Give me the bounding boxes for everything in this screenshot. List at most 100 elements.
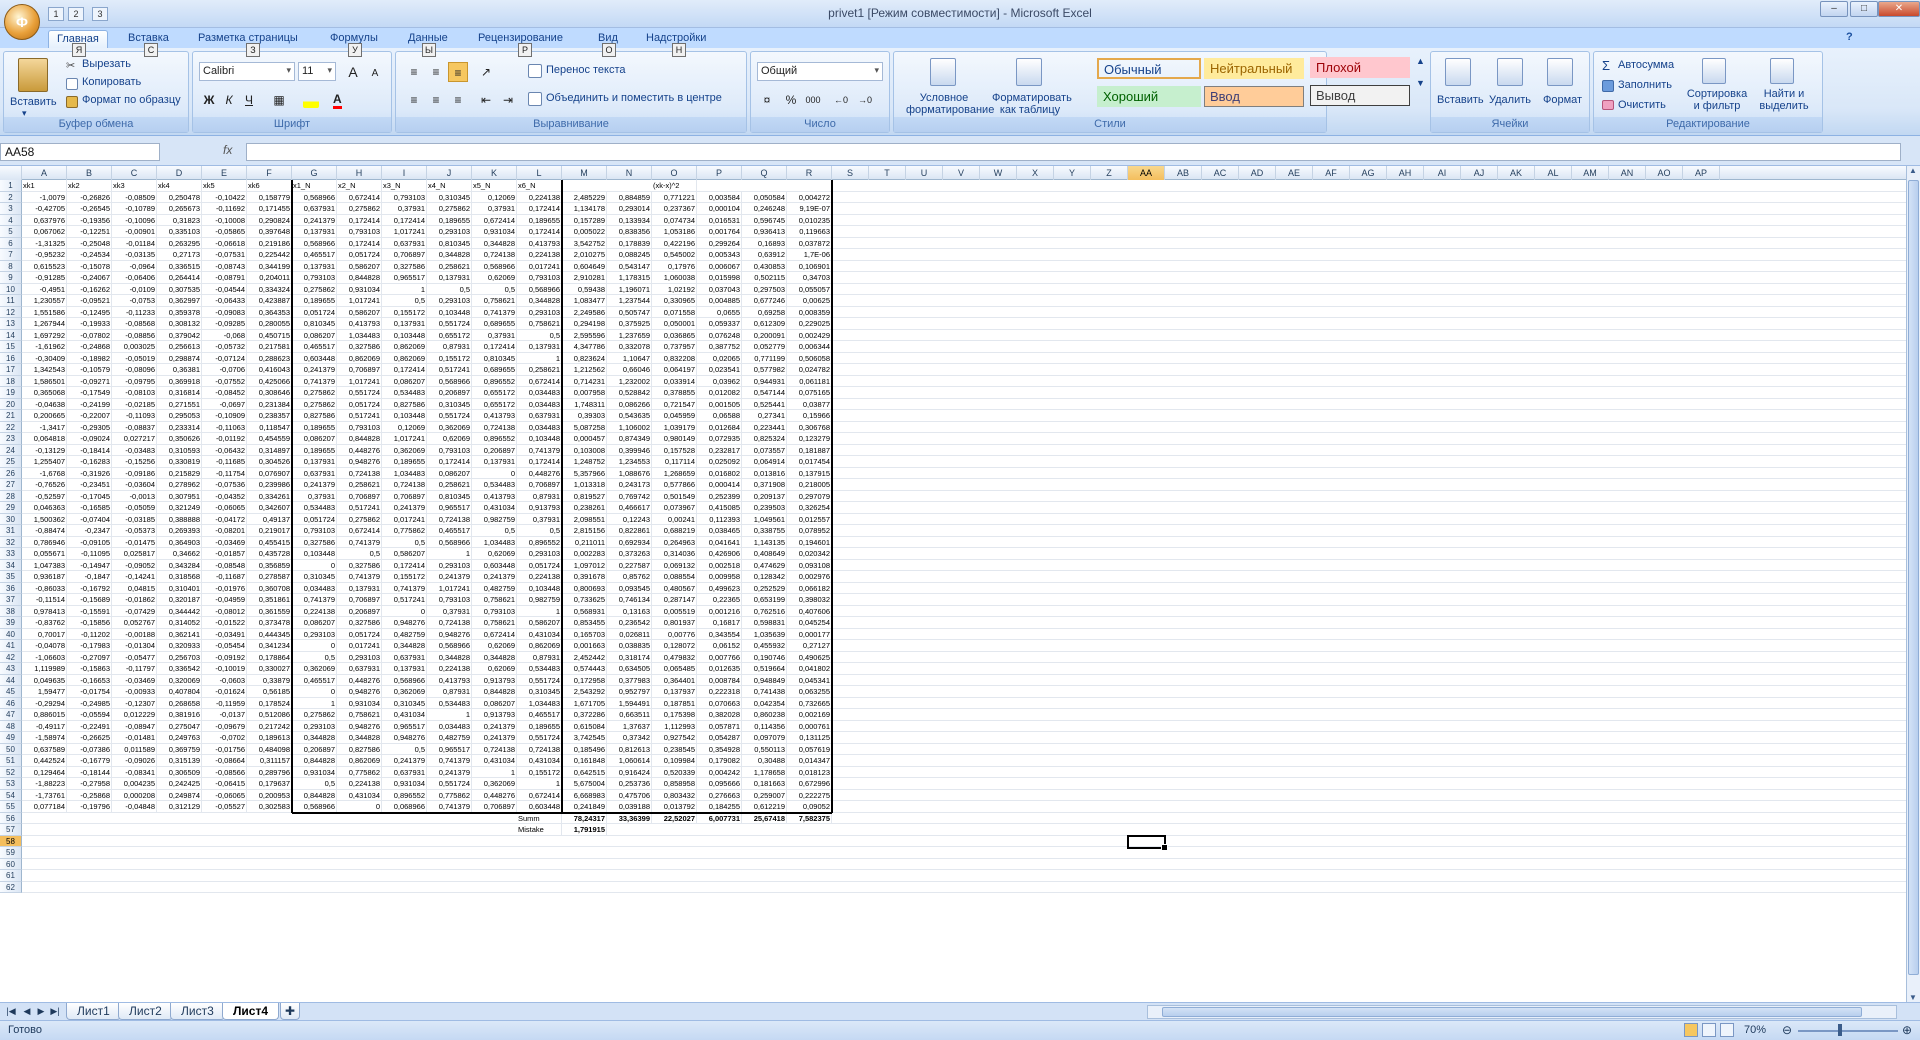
cell[interactable]: -0,08103 [112,387,157,398]
cell[interactable]: 0,359378 [157,306,202,318]
column-header[interactable]: F [247,166,292,180]
cell[interactable]: -0,07124 [202,352,247,364]
cell[interactable]: 0,27173 [157,249,202,260]
cell[interactable]: -0,11687 [202,571,247,582]
cell[interactable]: -0,10422 [202,191,247,203]
cell[interactable]: 0,431034 [472,502,517,513]
cell[interactable]: 0,361559 [247,605,292,617]
cell[interactable]: 0,321249 [157,502,202,513]
zoom-slider-thumb[interactable] [1838,1024,1842,1036]
cell[interactable]: 0,793103 [472,605,517,617]
cell[interactable]: 0,034483 [427,720,472,732]
cell[interactable]: 0,051724 [292,306,337,318]
cell[interactable]: 0,382028 [697,709,742,720]
conditional-format-button[interactable]: Условное форматирование [906,92,994,116]
cell[interactable]: 0,326254 [787,502,832,513]
cell[interactable]: 0,34662 [157,548,202,559]
cell[interactable]: 0,724138 [472,421,517,433]
cell[interactable]: 0,913793 [472,709,517,720]
cell[interactable]: -1,88223 [22,778,67,789]
cell[interactable]: -0,0013 [112,490,157,502]
cell[interactable]: 0,637931 [382,237,427,249]
cell[interactable]: 0,672414 [472,628,517,640]
cell[interactable]: -0,11754 [202,467,247,479]
cell[interactable]: 1 [472,766,517,778]
cell[interactable]: -0,15078 [67,260,112,272]
cell[interactable]: 0,465517 [427,525,472,536]
cell[interactable]: x2_N [337,180,382,191]
cell[interactable]: 0,5 [382,536,427,548]
cell[interactable]: 0,5 [382,295,427,306]
cell[interactable]: 0,239503 [742,502,787,513]
cell[interactable]: 0,351861 [247,594,292,605]
cell[interactable]: 0,117114 [652,456,697,467]
cell[interactable]: 0,948276 [337,686,382,697]
cell[interactable]: 0,800693 [562,582,607,594]
cell[interactable]: -1,6768 [22,467,67,479]
cell[interactable]: 0,063255 [787,686,832,697]
cell[interactable]: 0,944931 [742,375,787,387]
cell[interactable]: -0,05059 [112,502,157,513]
cell[interactable]: 0,072935 [697,433,742,444]
cell[interactable]: 0,010235 [787,214,832,226]
cell[interactable]: 0,5 [382,743,427,755]
cell[interactable]: 0,15966 [787,410,832,421]
cell[interactable]: -0,09795 [112,375,157,387]
cell[interactable]: 0,455932 [742,640,787,651]
cell[interactable]: 0,362069 [427,421,472,433]
find-select-button[interactable]: Найти и выделить [1754,88,1814,112]
cell[interactable]: -0,16779 [67,755,112,766]
cell[interactable]: 0,137931 [382,663,427,674]
cell[interactable]: 0,194601 [787,536,832,548]
cell[interactable]: Summ [517,812,562,824]
cell[interactable]: 0,812613 [607,743,652,755]
cell[interactable]: 0,017241 [337,640,382,651]
cell[interactable]: 0,982759 [472,513,517,525]
cell[interactable]: 0,844828 [292,755,337,766]
cell[interactable]: 0,242425 [157,778,202,789]
cell[interactable]: 0,62069 [472,640,517,651]
cell[interactable]: 0,327586 [337,617,382,628]
cell[interactable]: 0,004235 [112,778,157,789]
cell[interactable]: -0,04544 [202,283,247,295]
cell[interactable]: 0,430853 [742,260,787,272]
cell[interactable]: 0,310345 [427,398,472,410]
cell[interactable]: 0,185496 [562,743,607,755]
cell[interactable]: 0,002429 [787,329,832,341]
cell[interactable]: 0,069132 [652,559,697,571]
cell[interactable]: 0,00625 [787,295,832,306]
cell[interactable]: 0,155172 [382,571,427,582]
cell[interactable]: 0 [337,801,382,812]
cell[interactable]: 0,886015 [22,709,67,720]
cell[interactable]: 1 [382,283,427,295]
cell[interactable]: 0,036865 [652,329,697,341]
cell[interactable]: -0,24067 [67,272,112,283]
cell[interactable]: 0,364353 [247,306,292,318]
cell[interactable]: 0,249874 [157,789,202,801]
cell[interactable]: 1,083477 [562,295,607,306]
cell[interactable]: -0,05527 [202,801,247,812]
cell[interactable]: 0,724138 [517,743,562,755]
cell[interactable]: 0,362069 [472,778,517,789]
cell[interactable]: 0,076907 [247,467,292,479]
cell[interactable]: 0,758621 [472,617,517,628]
cell[interactable]: 0,293014 [607,203,652,214]
cell[interactable]: 0,224138 [517,191,562,203]
cell[interactable]: 0,758621 [517,318,562,329]
cell[interactable]: 0,364903 [157,536,202,548]
cell[interactable]: 0,275862 [427,203,472,214]
cell[interactable]: 1,034483 [337,329,382,341]
cell[interactable]: x5_N [472,180,517,191]
cell[interactable]: 0,157289 [562,214,607,226]
cell[interactable]: 0,318174 [607,651,652,663]
cell[interactable]: -1,73761 [22,789,67,801]
cell[interactable]: 0,586207 [337,306,382,318]
cell[interactable]: 1,017241 [337,375,382,387]
cell[interactable]: 0,344828 [382,640,427,651]
cell[interactable]: 0,37931 [292,490,337,502]
cell[interactable]: 0,034483 [517,421,562,433]
insert-cells-icon[interactable] [1445,58,1471,86]
cell[interactable]: 0,475706 [607,789,652,801]
cell[interactable]: 0,308646 [247,387,292,398]
cell[interactable]: -0,16585 [67,502,112,513]
